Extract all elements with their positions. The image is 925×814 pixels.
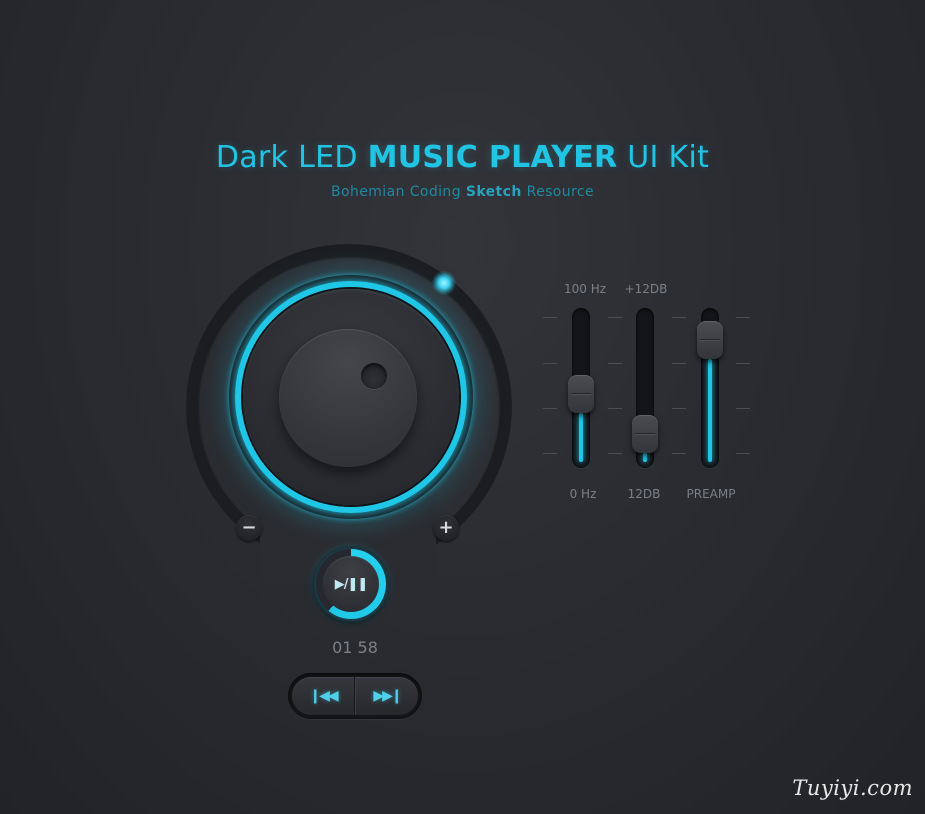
skip-back-icon: ❙◀◀: [309, 688, 338, 704]
subtitle-part-2: Resource: [521, 184, 594, 200]
title-part-1: Dark LED: [215, 140, 368, 175]
eq-tick: [672, 363, 686, 364]
knob-level-indicator[interactable]: [432, 271, 456, 295]
eq-slider-3-level: [708, 359, 712, 462]
volume-up-button[interactable]: +: [433, 515, 459, 541]
watermark: Tuyiyi.com: [792, 776, 913, 800]
subtitle-part-1: Bohemian Coding: [331, 184, 466, 200]
eq-tick: [608, 363, 622, 364]
subtitle-part-bold: Sketch: [465, 184, 522, 200]
eq-slider-2-top-label: +12DB: [624, 282, 668, 296]
transport-controls: ❙◀◀ ▶▶❙: [292, 677, 418, 715]
previous-track-button[interactable]: ❙◀◀: [292, 677, 355, 715]
title-part-2: UI Kit: [617, 140, 710, 175]
eq-slider-1-level: [579, 413, 583, 462]
knob-position-dot: [361, 363, 387, 389]
eq-tick: [608, 453, 622, 454]
next-track-button[interactable]: ▶▶❙: [355, 677, 418, 715]
playback-time: 01 58: [332, 638, 378, 657]
eq-tick: [608, 317, 622, 318]
eq-slider-1-handle[interactable]: [568, 375, 594, 414]
eq-tick: [736, 317, 750, 318]
eq-tick: [736, 363, 750, 364]
eq-tick: [672, 408, 686, 409]
eq-tick: [736, 408, 750, 409]
page-title: Dark LED MUSIC PLAYER UI Kit: [0, 140, 925, 175]
eq-tick: [736, 453, 750, 454]
eq-slider-2-level: [643, 452, 647, 462]
play-pause-icon: ▶/❚❚: [334, 576, 369, 592]
eq-tick: [543, 408, 557, 409]
eq-tick: [543, 317, 557, 318]
volume-knob-cap[interactable]: [279, 329, 417, 467]
page-subtitle: Bohemian Coding Sketch Resource: [0, 184, 925, 200]
play-pause-button[interactable]: ▶/❚❚: [323, 556, 379, 612]
eq-tick: [608, 408, 622, 409]
eq-tick: [672, 317, 686, 318]
title-part-bold: MUSIC PLAYER: [367, 140, 618, 175]
eq-slider-3-handle[interactable]: [697, 321, 723, 360]
eq-slider-3-bottom-label: PREAMP: [686, 487, 736, 501]
eq-tick: [543, 453, 557, 454]
eq-tick: [543, 363, 557, 364]
skip-forward-icon: ▶▶❙: [373, 688, 402, 704]
eq-tick: [672, 453, 686, 454]
volume-down-button[interactable]: −: [236, 515, 262, 541]
eq-slider-2-handle[interactable]: [632, 414, 658, 453]
